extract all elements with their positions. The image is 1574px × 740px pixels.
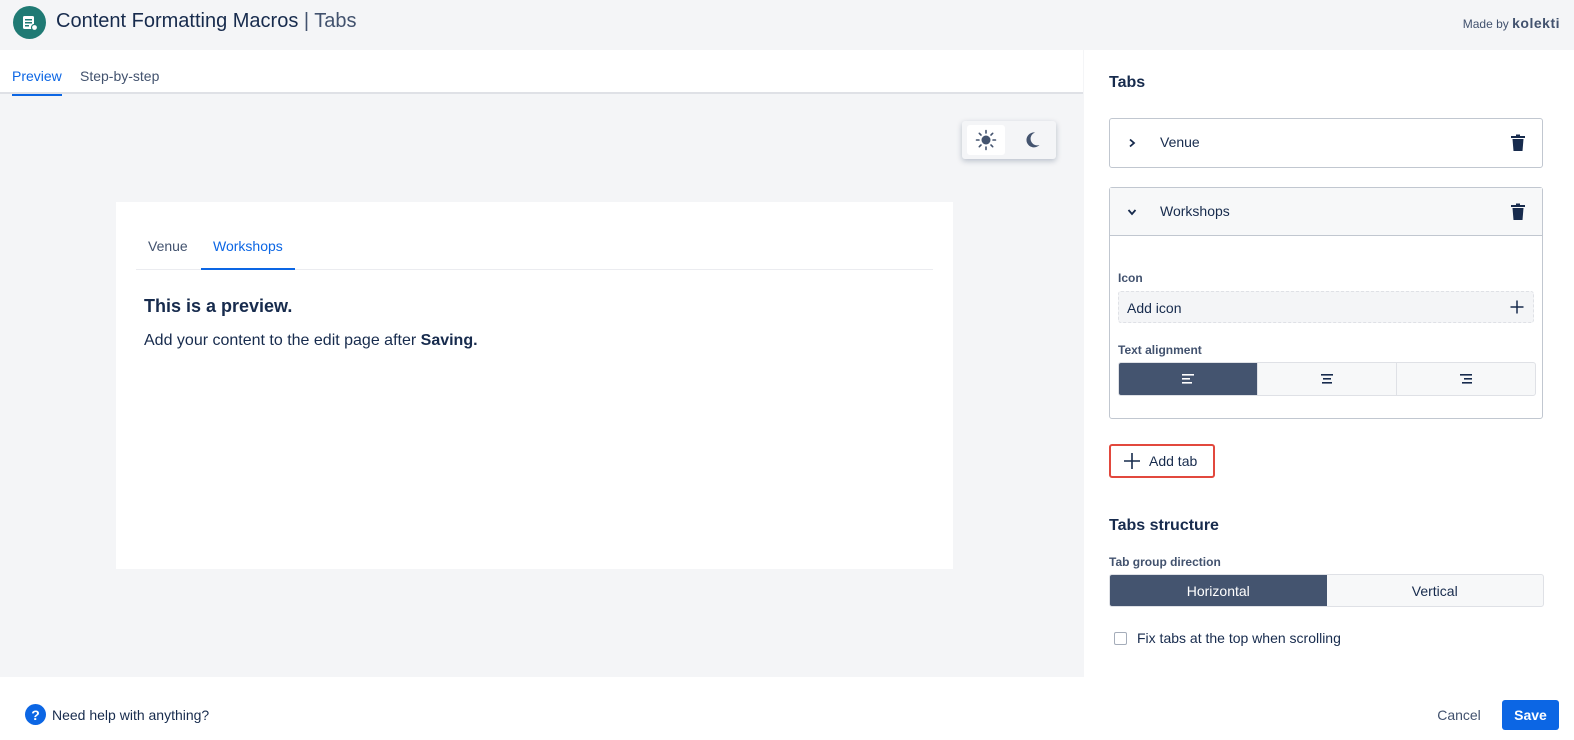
preview-body-text: Add your content to the edit page after [144,332,421,349]
footer: ? Need help with anything? Cancel Save [0,677,1574,740]
fix-tabs-option: Fix tabs at the top when scrolling [1114,630,1341,646]
app-logo-icon [13,6,46,39]
add-tab-button[interactable]: Add tab [1109,444,1215,478]
direction-horizontal-button[interactable]: Horizontal [1110,575,1327,606]
cancel-button[interactable]: Cancel [1425,700,1493,730]
trash-icon[interactable] [1508,133,1528,153]
tab-item-venue: Venue [1109,118,1543,168]
brand-logo[interactable]: kolekti [1512,15,1560,31]
align-right-icon [1460,374,1472,384]
align-left-button[interactable] [1119,363,1258,395]
preview-card: Venue Workshops This is a preview. Add y… [116,202,953,569]
nav-tabs: Preview Step-by-step [0,50,1083,96]
preview-tab-workshops[interactable]: Workshops [201,238,295,270]
preview-body: Add your content to the edit page after … [144,332,478,350]
align-left-icon [1182,374,1194,384]
add-icon-label: Add icon [1127,300,1182,316]
fix-tabs-label[interactable]: Fix tabs at the top when scrolling [1137,630,1341,646]
tab-item-workshops: Workshops Icon Add icon Text alignment [1109,187,1543,419]
theme-toggle [962,121,1056,159]
app-name: Content Formatting Macros [56,10,299,32]
chevron-right-icon[interactable] [1124,135,1140,151]
direction-vertical-button[interactable]: Vertical [1327,575,1544,606]
made-by: Made by kolekti [1463,15,1560,31]
align-center-button[interactable] [1258,363,1397,395]
align-center-icon [1321,374,1333,384]
made-by-label: Made by [1462,17,1509,31]
icon-field-label: Icon [1118,271,1143,285]
help-icon[interactable]: ? [25,704,46,725]
tab-group-direction-label: Tab group direction [1109,555,1221,569]
preview-body-bold: Saving. [420,332,478,349]
app-header: Content Formatting Macros | Tabs Made by… [0,0,1574,45]
tab-item-header[interactable]: Venue [1110,119,1542,167]
tab-item-label: Venue [1160,134,1200,150]
app-title: Content Formatting Macros | Tabs [56,10,357,33]
light-theme-button[interactable] [967,125,1005,155]
help-link[interactable]: Need help with anything? [52,707,209,723]
plus-icon [1510,300,1524,314]
add-tab-label: Add tab [1149,453,1198,469]
add-icon-field[interactable]: Add icon [1118,291,1534,323]
moon-icon [1026,132,1040,148]
title-separator: | [298,10,315,32]
preview-tabs: Venue Workshops [136,202,933,270]
dark-theme-button[interactable] [1013,125,1051,155]
tabs-structure-title: Tabs structure [1109,517,1219,534]
trash-icon[interactable] [1508,202,1528,222]
text-alignment-label: Text alignment [1118,343,1202,357]
app-section: Tabs [314,10,357,32]
panel-title: Tabs [1109,74,1146,91]
tab-item-label: Workshops [1160,203,1230,219]
config-panel: Tabs Venue Workshops Icon Add icon Text … [1084,50,1574,677]
preview-heading: This is a preview. [144,296,293,316]
chevron-down-icon[interactable] [1124,204,1140,220]
plus-icon [1124,453,1140,469]
tab-group-direction: Horizontal Vertical [1109,574,1544,607]
align-right-button[interactable] [1397,363,1535,395]
tab-preview[interactable]: Preview [12,68,62,96]
save-button[interactable]: Save [1502,700,1559,730]
preview-area: Preview Step-by-step Venue Workshops Thi… [0,50,1083,677]
tab-item-header[interactable]: Workshops [1110,188,1542,236]
fix-tabs-checkbox[interactable] [1114,631,1127,645]
preview-tab-venue[interactable]: Venue [148,238,188,270]
sun-icon [975,129,997,151]
text-alignment-group [1118,362,1536,396]
tab-step-by-step[interactable]: Step-by-step [80,68,159,94]
